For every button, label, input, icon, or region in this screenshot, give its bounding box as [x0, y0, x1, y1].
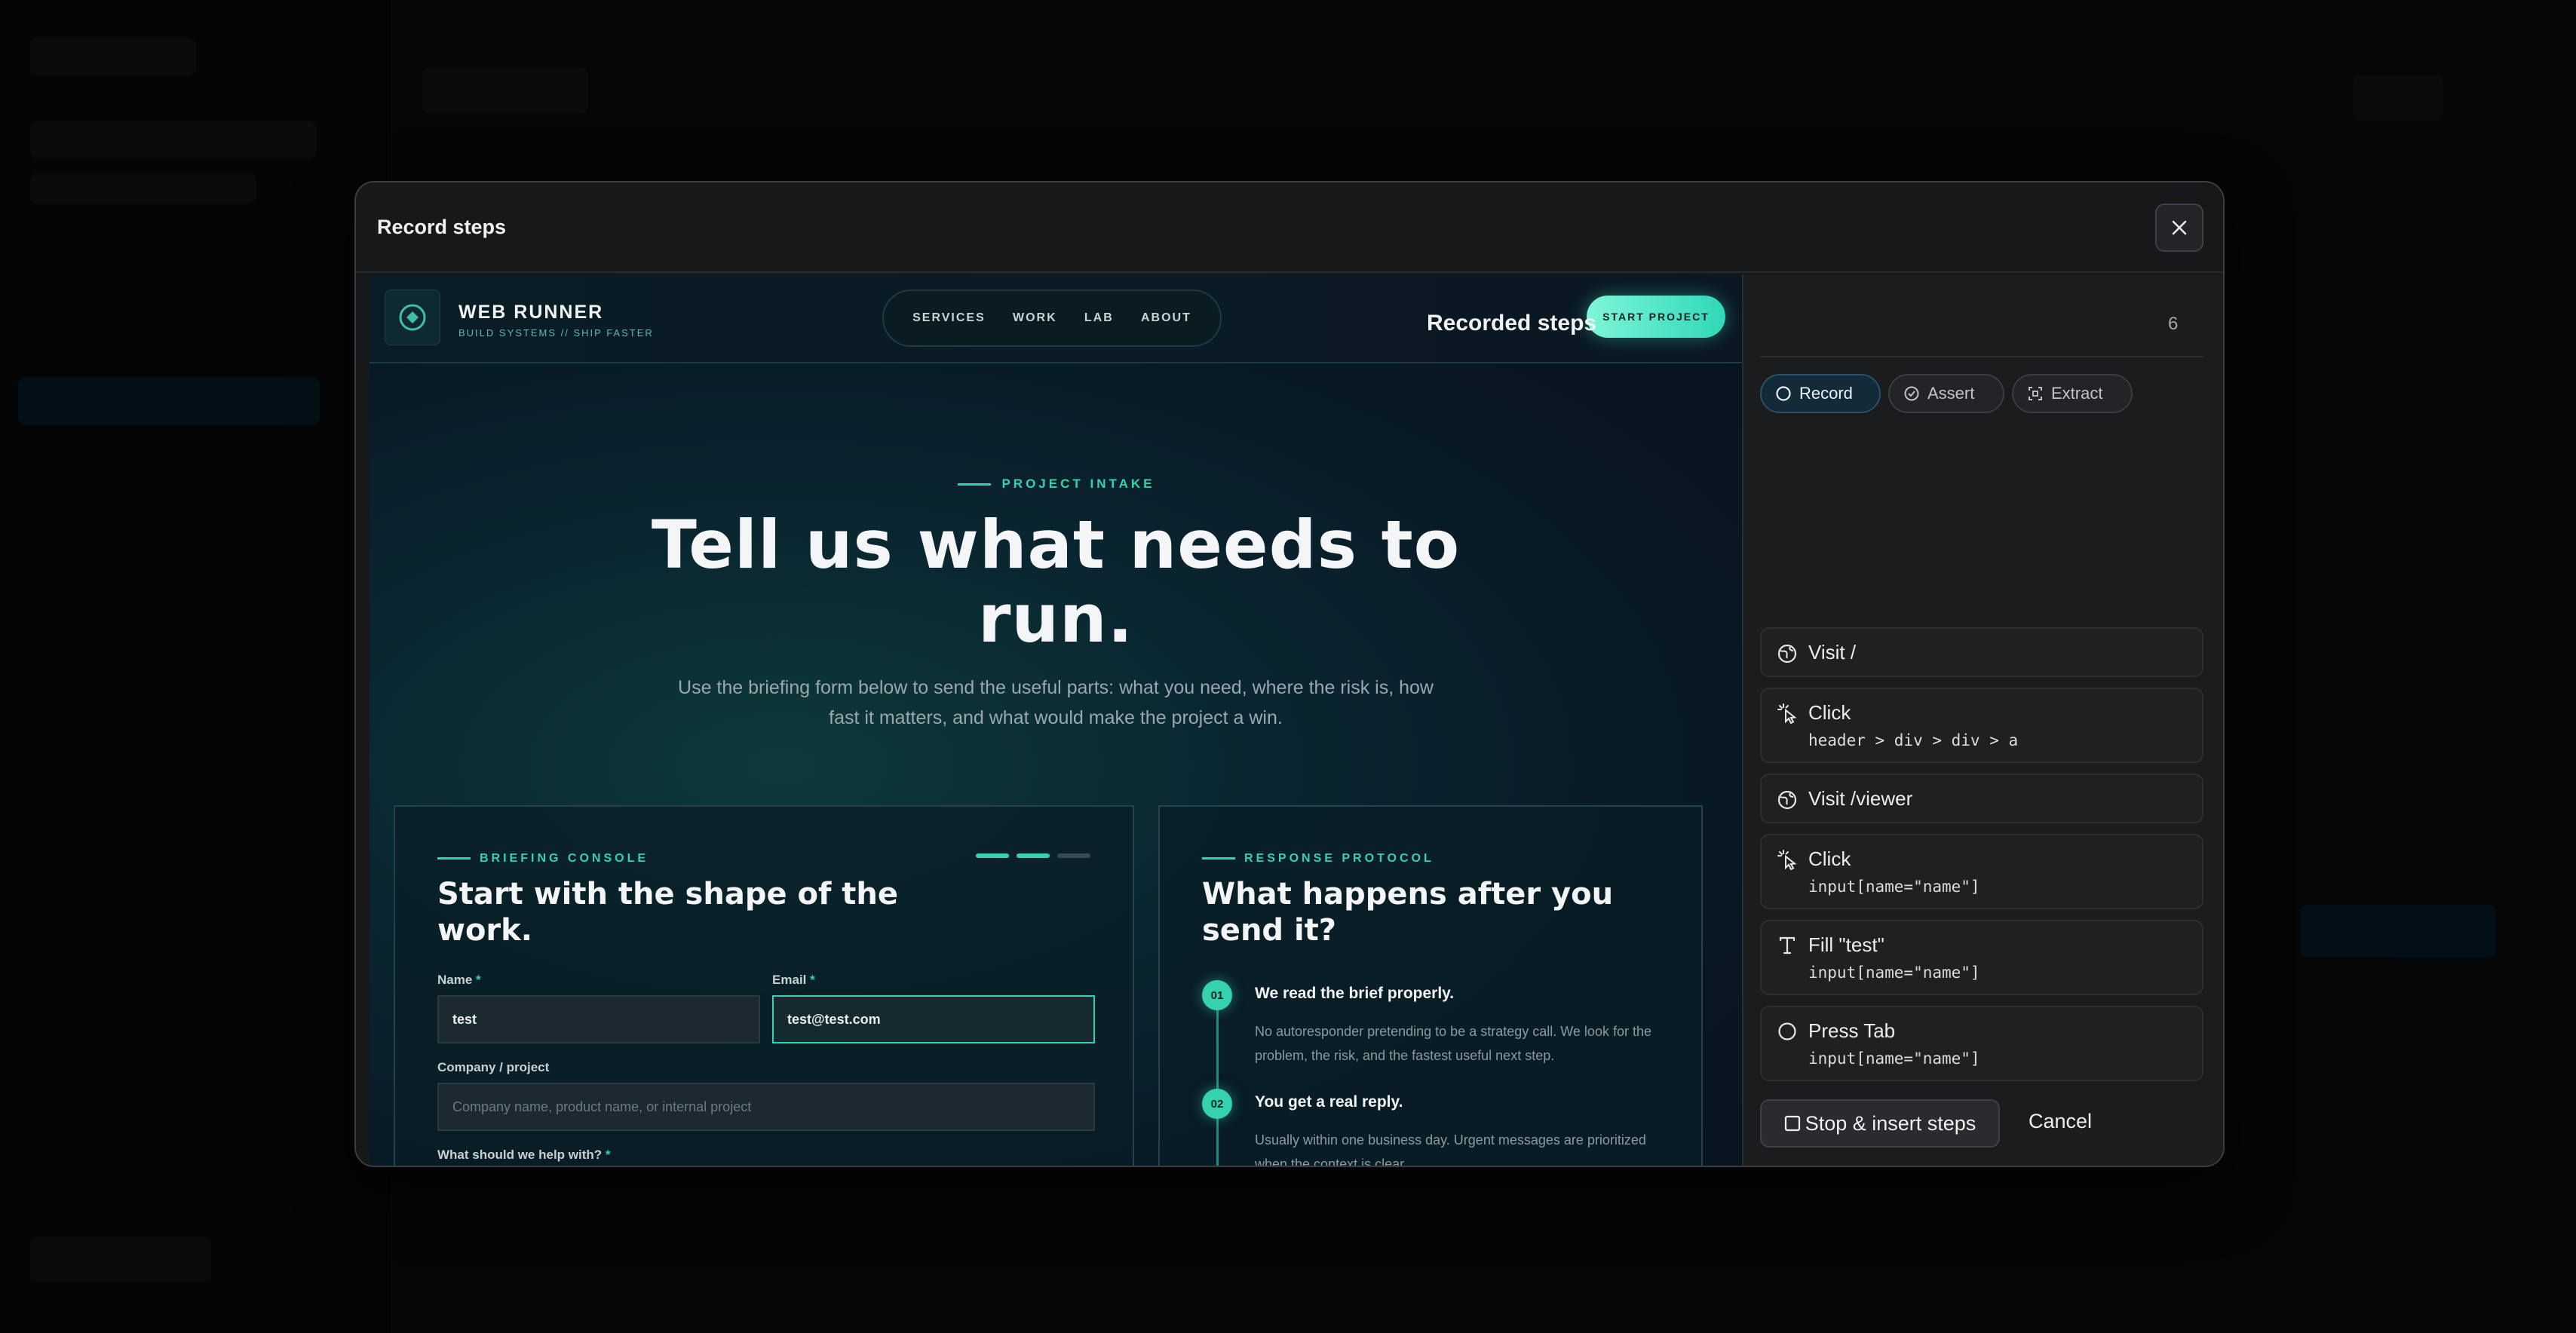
email-input[interactable]: test@test.com [772, 995, 1095, 1043]
step-title: Visit /viewer [1808, 787, 1913, 810]
check-circle-icon [1904, 386, 1919, 401]
pointer-click-icon [1777, 703, 1797, 724]
step-title: Press Tab [1808, 1019, 1896, 1042]
step-title: Click [1808, 701, 1851, 724]
record-mode-button[interactable]: Record [1760, 374, 1881, 413]
step-body: Usually within one business day. Urgent … [1255, 1132, 1646, 1167]
modal-title: Record steps [377, 215, 507, 238]
nav-services[interactable]: SERVICES [912, 311, 986, 325]
hero-eyebrow: PROJECT INTAKE [370, 477, 1743, 492]
response-title: What happens after you send it? [1202, 877, 1614, 948]
site-logo[interactable] [385, 290, 440, 345]
step-body: No autoresponder pretending to be a stra… [1255, 1024, 1651, 1063]
help-label: What should we help with? * [437, 1148, 611, 1162]
cancel-button[interactable]: Cancel [2029, 1110, 2092, 1133]
site-tagline: BUILD SYSTEMS // SHIP FASTER [458, 327, 654, 339]
site-nav: SERVICES WORK LAB ABOUT [882, 290, 1222, 347]
start-project-button[interactable]: START PROJECT [1587, 296, 1725, 338]
step-card-click-input[interactable]: Click input[name="name"] [1760, 834, 2203, 909]
briefing-title: Start with the shape of the work. [437, 877, 899, 948]
close-icon [2172, 220, 2187, 235]
globe-icon [1777, 790, 1797, 810]
step-heading: You get a real reply. [1255, 1093, 1403, 1111]
step-number-01: 01 [1202, 980, 1232, 1010]
step-title: Fill "test" [1808, 933, 1884, 956]
circle-icon [1778, 1022, 1796, 1040]
step-number-02: 02 [1202, 1089, 1232, 1119]
text-icon [1779, 936, 1796, 955]
name-label: Name * [437, 973, 481, 987]
modal-header: Record steps [356, 182, 2223, 273]
email-label: Email * [772, 973, 815, 987]
browser-preview[interactable]: WEB RUNNER BUILD SYSTEMS // SHIP FASTER … [370, 274, 1743, 1167]
briefing-eyebrow: BRIEFING CONSOLE [437, 852, 649, 866]
site-brand[interactable]: WEB RUNNER [458, 302, 603, 323]
company-label: Company / project [437, 1060, 550, 1074]
step-card-press-tab[interactable]: Press Tab input[name="name"] [1760, 1006, 2203, 1081]
stop-square-icon [1784, 1115, 1800, 1132]
step-card-visit-viewer[interactable]: Visit /viewer [1760, 774, 2203, 823]
circle-icon [1776, 386, 1791, 401]
briefing-card: BRIEFING CONSOLE Start with the shape of… [394, 805, 1134, 1166]
globe-icon [1777, 644, 1797, 663]
step-card-fill[interactable]: Fill "test" input[name="name"] [1760, 920, 2203, 995]
scan-icon [2029, 387, 2042, 400]
recorded-steps-title: Recorded steps [1427, 311, 1597, 336]
assert-mode-button[interactable]: Assert [1888, 374, 2004, 413]
company-input[interactable]: Company name, product name, or internal … [437, 1083, 1095, 1131]
step-selector: input[name="name"] [1808, 878, 1980, 896]
nav-work[interactable]: WORK [1013, 311, 1057, 325]
response-eyebrow: RESPONSE PROTOCOL [1202, 852, 1434, 866]
step-card-visit-root[interactable]: Visit / [1760, 627, 2203, 677]
hero-title: Tell us what needs to run. [651, 506, 1461, 657]
nav-lab[interactable]: LAB [1084, 311, 1114, 325]
panel-divider [1760, 356, 2203, 357]
step-title: Visit / [1808, 641, 1857, 663]
response-card: RESPONSE PROTOCOL What happens after you… [1158, 805, 1703, 1167]
progress-dots [976, 853, 1090, 858]
pointer-click-icon [1777, 850, 1797, 870]
step-heading: We read the brief properly. [1255, 985, 1455, 1002]
stop-insert-button[interactable]: Stop & insert steps [1760, 1099, 2000, 1148]
name-input[interactable]: test [437, 995, 760, 1043]
step-selector: input[name="name"] [1808, 964, 1980, 982]
step-card-click-link[interactable]: Click header > div > div > a [1760, 688, 2203, 763]
hero-subtext: Use the briefing form below to send the … [678, 677, 1434, 728]
step-selector: input[name="name"] [1808, 1050, 1980, 1068]
nav-about[interactable]: ABOUT [1141, 311, 1191, 325]
extract-mode-button[interactable]: Extract [2012, 374, 2133, 413]
close-button[interactable] [2155, 204, 2203, 252]
step-title: Click [1808, 847, 1851, 870]
timeline-line [1216, 997, 1219, 1166]
recorded-steps-count: 6 [2168, 314, 2179, 334]
step-selector: header > div > div > a [1808, 731, 2019, 749]
logo-mark-icon [399, 304, 426, 331]
